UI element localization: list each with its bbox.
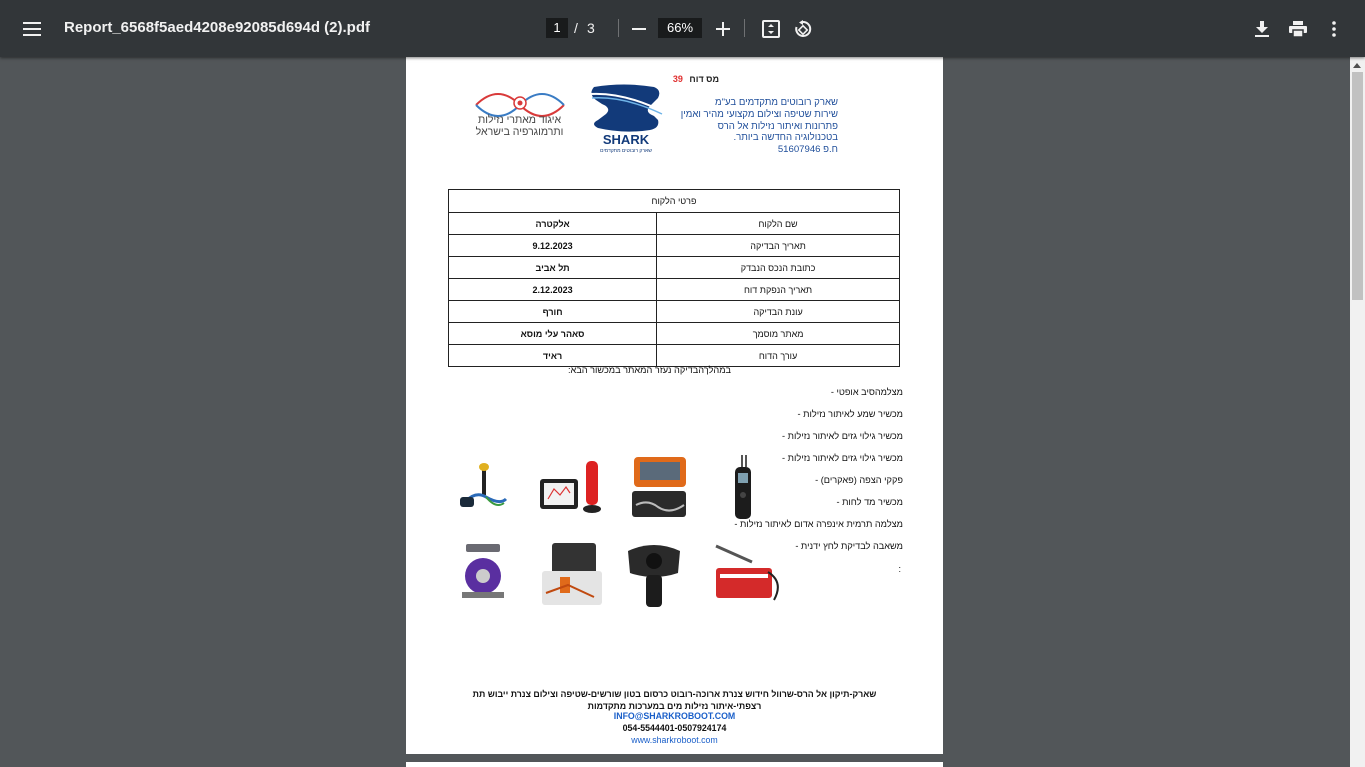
table-row: תאריך הנפקת דוח 2.12.2023 xyxy=(447,278,900,301)
table-row: מאתר מוסמך סאהר עלי מוסא xyxy=(447,322,900,345)
row-value: 2.12.2023 xyxy=(447,278,658,301)
customer-details-table: פרטי הלקוח שם הלקוח אלקטרה תאריך הבדיקה 9.… xyxy=(447,189,900,367)
company-info: שארק רובוטים מתקדמים בע"מ שירות שטיפה וצ… xyxy=(648,97,838,156)
list-item: מצלמהסיב אופטי - xyxy=(830,387,903,397)
hand-pressure-pump-image xyxy=(715,544,779,601)
rotate-icon xyxy=(795,20,812,37)
footer-services: שארק-תיקון אל הרס-שרוול חידוש צנרת ארוכה… xyxy=(406,689,943,712)
row-label: מאתר מוסמך xyxy=(656,322,900,345)
pdf-page-2 xyxy=(406,762,943,767)
thermal-camera-image xyxy=(628,545,680,607)
row-value: ראיד xyxy=(447,344,658,367)
gas-leak-detector-kit-image xyxy=(632,457,686,517)
moisture-meter-image xyxy=(735,455,751,519)
shark-logo-subtext: שארק רובוטים מתקדמים xyxy=(600,148,652,154)
fit-page-icon xyxy=(762,20,780,38)
scrollbar-thumb[interactable] xyxy=(1352,72,1363,300)
print-icon xyxy=(1289,21,1307,37)
optical-fiber-camera-image xyxy=(460,463,508,507)
row-label: כתובת הנכס הנבדק xyxy=(656,256,900,279)
shark-logo-text: SHARK xyxy=(603,132,650,147)
table-row: עורך הדוח ראיד xyxy=(447,344,900,367)
company-line: פתרונות ואיתור נזילות אל הרס xyxy=(717,120,838,132)
equipment-list: מצלמהסיב אופטי - מכשיר שמע לאיתור נזילות… xyxy=(734,387,903,563)
row-value: 9.12.2023 xyxy=(447,234,658,257)
download-button[interactable] xyxy=(1247,14,1277,44)
pdf-toolbar: Report_6568f5aed4208e92085d694d (2).pdf … xyxy=(0,0,1365,57)
fit-page-button[interactable] xyxy=(756,14,786,44)
company-line: שארק רובוטים מתקדמים בע"מ xyxy=(715,97,838,108)
more-options-button[interactable] xyxy=(1319,14,1349,44)
row-label: תאריך הבדיקה xyxy=(656,234,900,257)
list-colon: : xyxy=(898,564,901,574)
download-icon xyxy=(1255,21,1269,37)
equipment-intro: במהלךהבדיקה נעזר המאתר במכשור הבא: xyxy=(567,365,731,375)
zoom-input[interactable]: 66% xyxy=(658,18,702,38)
table-title: פרטי הלקוח xyxy=(448,189,900,213)
zoom-out-button[interactable] xyxy=(624,14,654,44)
association-line: ותרמוגרפיה בישראל xyxy=(475,126,564,138)
more-vert-icon xyxy=(1332,21,1336,37)
leak-detection-kit-image xyxy=(542,543,602,605)
acoustic-leak-detector-image xyxy=(540,461,601,513)
row-value: חורף xyxy=(447,300,658,323)
report-number-label: מס דוח xyxy=(689,74,719,84)
company-line: ח.פ 51607946 xyxy=(777,144,838,156)
scroll-up-arrow-icon[interactable] xyxy=(1353,63,1361,68)
document-title: Report_6568f5aed4208e92085d694d (2).pdf xyxy=(64,19,370,36)
list-item: מצלמה תרמית אינפרה אדום לאיתור נזילות - xyxy=(734,519,903,529)
table-row: כתובת הנכס הנבדק תל אביב xyxy=(447,256,900,279)
row-label: עורך הדוח xyxy=(656,344,900,367)
page-number-input[interactable]: 1 xyxy=(546,18,568,38)
company-line: שירות שטיפה וצילום מקצועי מהיר ואמין xyxy=(680,108,838,120)
report-number: מס דוח 39 xyxy=(673,74,719,84)
row-value: תל אביב xyxy=(447,256,658,279)
list-item: מכשיר שמע לאיתור נזילות - xyxy=(797,409,903,419)
association-line: איגוד מאתרי נזילות xyxy=(477,114,562,126)
list-item: מכשיר גילוי גזים לאיתור נזילות - xyxy=(782,431,903,441)
footer-services-line: שארק-תיקון אל הרס-שרוול חידוש צנרת ארוכה… xyxy=(472,689,877,699)
footer-email[interactable]: INFO@SHARKROBOOT.COM xyxy=(406,711,943,723)
row-label: עונת הבדיקה xyxy=(656,300,900,323)
menu-icon xyxy=(23,22,41,36)
company-line: בטכנולוגיה החדשה ביותר. xyxy=(733,132,838,144)
table-row: שם הלקוח אלקטרה xyxy=(447,212,900,235)
zoom-in-icon xyxy=(716,22,730,36)
rotate-button[interactable] xyxy=(788,14,818,44)
list-item: מכשיר גילוי גזים לאיתור נזילות - xyxy=(782,453,903,463)
footer-website[interactable]: www.sharkroboot.com xyxy=(406,735,943,747)
toolbar-divider xyxy=(618,19,619,37)
zoom-out-icon xyxy=(632,28,646,30)
row-label: תאריך הנפקת דוח xyxy=(656,278,900,301)
table-row: תאריך הבדיקה 9.12.2023 xyxy=(447,234,900,257)
table-row: עונת הבדיקה חורף xyxy=(447,300,900,323)
row-value: סאהר עלי מוסא xyxy=(447,322,658,345)
print-button[interactable] xyxy=(1283,14,1313,44)
zoom-in-button[interactable] xyxy=(708,14,738,44)
page-separator: / xyxy=(574,20,578,36)
footer-phone: 054-5544401-0507924174 xyxy=(622,723,727,733)
report-number-value: 39 xyxy=(672,74,683,84)
list-item: מכשיר מד לחות - xyxy=(836,497,903,507)
row-label: שם הלקוח xyxy=(656,212,900,235)
list-item: פקקי הצפה (פאקרים) - xyxy=(815,475,903,485)
pdf-page-1: מס דוח 39 שארק רובוטים מתקדמים בע"מ שירו… xyxy=(406,57,943,754)
pipe-inspection-reel-image xyxy=(462,544,504,598)
toolbar-divider xyxy=(744,19,745,37)
association-name: איגוד מאתרי נזילות ותרמוגרפיה בישראל xyxy=(472,114,567,138)
total-pages: 3 xyxy=(587,20,595,36)
shark-logo: SHARK שארק רובוטים מתקדמים xyxy=(589,84,665,154)
row-value: אלקטרה xyxy=(447,212,658,235)
menu-button[interactable] xyxy=(17,14,47,44)
